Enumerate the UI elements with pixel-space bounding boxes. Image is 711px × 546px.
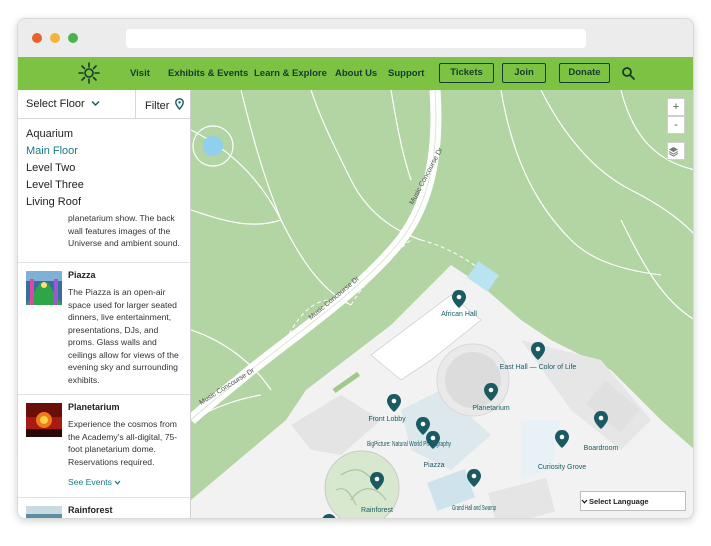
minimize-dot[interactable] <box>50 33 60 43</box>
list-item-piazza[interactable]: Piazza The Piazza is an open-air space u… <box>18 262 190 394</box>
join-button[interactable]: Join <box>502 63 546 83</box>
chevron-down-icon <box>581 499 588 504</box>
chevron-down-icon <box>114 480 121 485</box>
nav-learn-explore[interactable]: Learn & Explore <box>254 68 327 79</box>
poi-label: Piazza <box>423 462 444 469</box>
rainforest-thumbnail <box>26 506 62 518</box>
street-label: Music Concourse Dr <box>198 367 256 407</box>
filter-button[interactable]: Filter <box>145 98 184 112</box>
list-item-planetarium[interactable]: Planetarium Experience the cosmos from t… <box>18 394 190 497</box>
language-select[interactable]: Select Language <box>580 491 686 511</box>
address-bar[interactable] <box>126 29 586 48</box>
pond-icon <box>203 136 223 156</box>
chevron-down-icon <box>91 100 100 107</box>
zoom-out-button[interactable]: - <box>667 116 685 134</box>
nav-visit[interactable]: Visit <box>130 68 150 79</box>
floor-level-three[interactable]: Level Three <box>26 177 190 194</box>
poi-label: East Hall — Color of Life <box>500 364 577 371</box>
browser-window: Visit Exhibits & Events Learn & Explore … <box>17 18 694 519</box>
filter-label: Filter <box>145 100 170 112</box>
see-events-label: See Events <box>68 477 112 487</box>
planetarium-thumbnail <box>26 403 62 437</box>
floor-list: Aquarium Main Floor Level Two Level Thre… <box>18 120 190 212</box>
poi-label: Grand Hall and Swamp <box>452 505 496 512</box>
close-dot[interactable] <box>32 33 42 43</box>
nav-support[interactable]: Support <box>388 68 424 79</box>
planetarium-description: Experience the cosmos from the Academy's… <box>68 419 178 467</box>
poi-label: Boardroom <box>584 445 619 452</box>
language-select-label: Select Language <box>589 497 649 506</box>
planetarium-title: Planetarium <box>68 402 120 412</box>
maximize-dot[interactable] <box>68 33 78 43</box>
donate-button[interactable]: Donate <box>559 63 610 83</box>
map-pin-icon <box>174 98 184 111</box>
nav-about-us[interactable]: About Us <box>335 68 377 79</box>
piazza-description: The Piazza is an open-air space used for… <box>68 287 179 385</box>
poi-label: Planetarium <box>472 405 510 412</box>
sidebar-header: Select Floor Filter <box>18 90 190 119</box>
site-navbar: Visit Exhibits & Events Learn & Explore … <box>18 57 693 90</box>
location-list: planetarium show. The back wall features… <box>18 212 190 518</box>
select-floor-dropdown[interactable]: Select Floor <box>26 98 100 110</box>
building-footprint <box>191 261 693 518</box>
poi-label: Rainforest <box>361 507 393 514</box>
map-svg[interactable]: Music Concourse Dr Music Concourse Dr Mu… <box>191 90 694 519</box>
see-events-link[interactable]: See Events <box>68 477 185 487</box>
zoom-in-button[interactable]: + <box>667 98 685 116</box>
piazza-title: Piazza <box>68 270 96 280</box>
list-item-rainforest[interactable]: Rainforest <box>18 497 190 518</box>
floor-aquarium[interactable]: Aquarium <box>26 126 190 143</box>
select-floor-label: Select Floor <box>26 98 85 110</box>
map-sidebar: Select Floor Filter Aquarium Main Floor … <box>18 90 191 518</box>
poi-label: Front Lobby <box>368 416 406 423</box>
layers-icon <box>668 147 679 157</box>
nav-exhibits-events[interactable]: Exhibits & Events <box>168 68 248 79</box>
floor-living-roof[interactable]: Living Roof <box>26 194 190 211</box>
browser-chrome <box>18 19 693 57</box>
partial-description: planetarium show. The back wall features… <box>68 213 180 248</box>
floor-main[interactable]: Main Floor <box>26 143 190 160</box>
poi-label: Curiosity Grove <box>538 464 586 471</box>
poi-label: African Hall <box>441 311 477 318</box>
rainforest-title: Rainforest <box>68 505 113 515</box>
floor-level-two[interactable]: Level Two <box>26 160 190 177</box>
header-divider <box>135 90 136 119</box>
layers-button[interactable] <box>667 142 685 160</box>
search-icon[interactable] <box>621 66 635 80</box>
piazza-thumbnail <box>26 271 62 305</box>
street-label: Music Concourse Dr <box>308 275 362 322</box>
tickets-button[interactable]: Tickets <box>439 63 494 83</box>
academy-logo-icon[interactable] <box>78 62 100 84</box>
map-canvas[interactable]: Music Concourse Dr Music Concourse Dr Mu… <box>191 90 694 519</box>
